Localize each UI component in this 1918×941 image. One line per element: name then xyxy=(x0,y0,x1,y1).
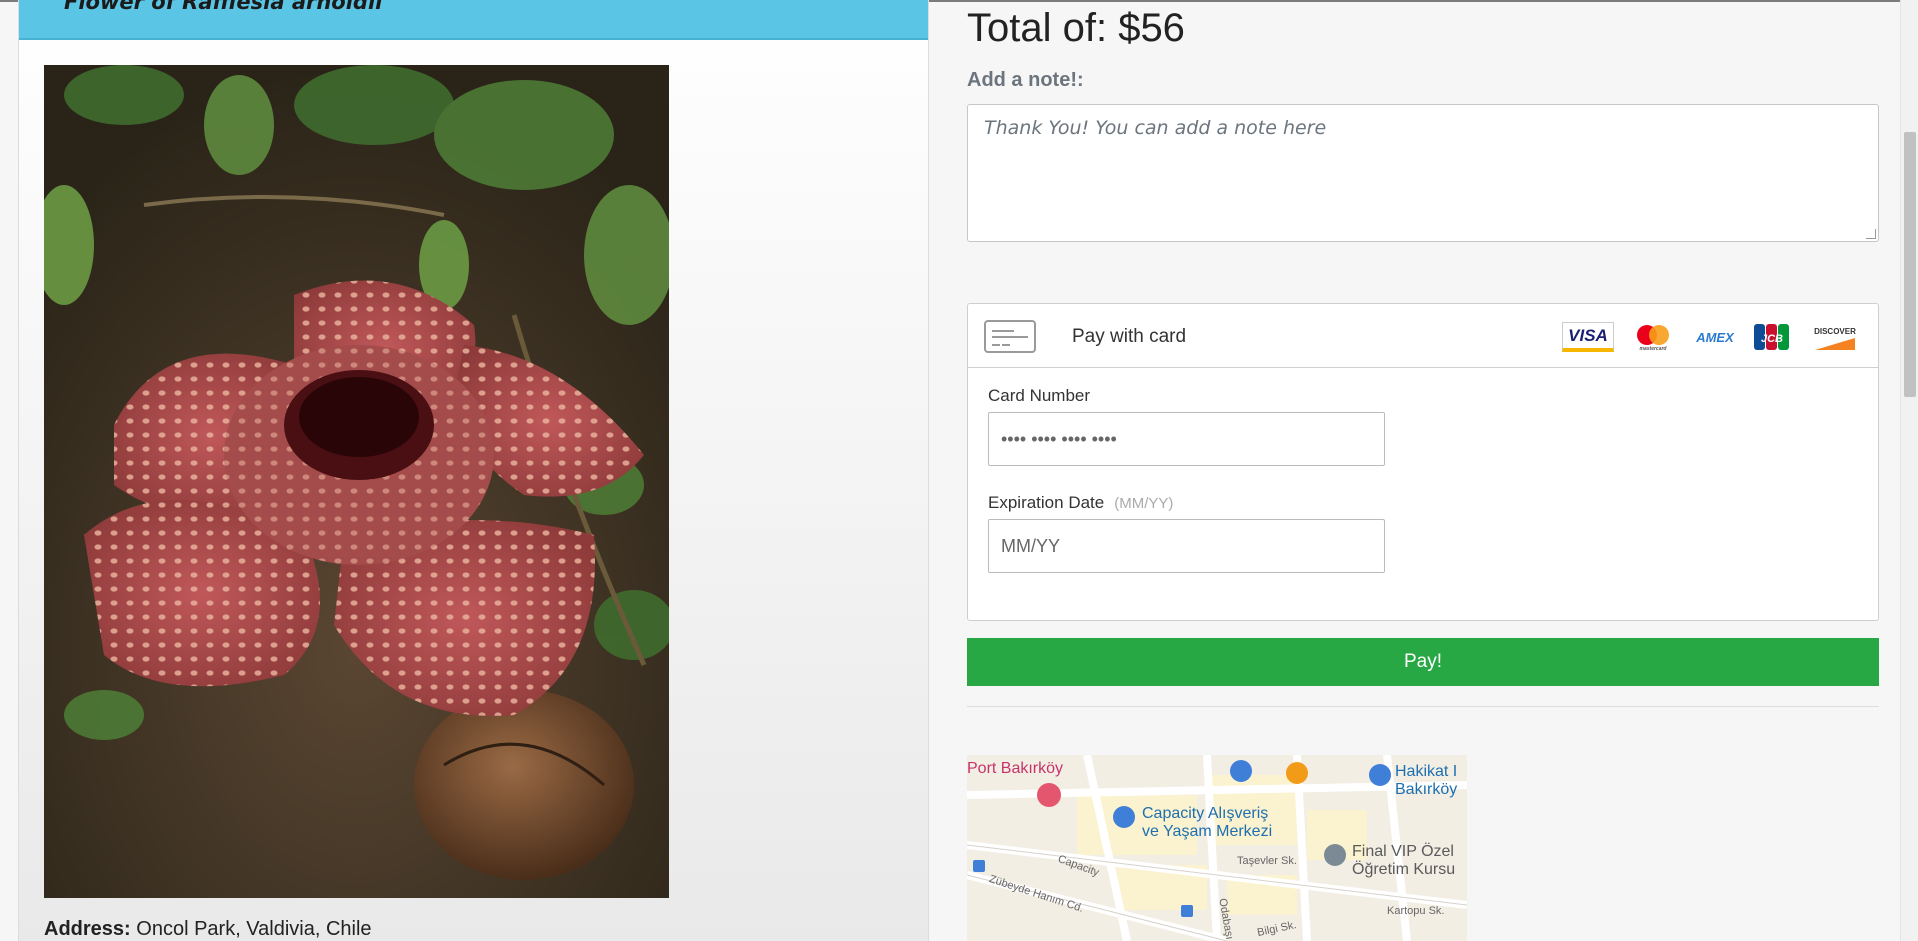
expiration-input[interactable]: MM/YY xyxy=(988,519,1385,573)
scrollbar-thumb[interactable] xyxy=(1904,132,1916,397)
card-payment-header: Pay with card VISA mastercard AMEX JCB D… xyxy=(968,304,1878,368)
card-number-input[interactable]: •••• •••• •••• •••• xyxy=(988,412,1385,466)
expiration-label: Expiration Date (MM/YY) xyxy=(988,493,1173,513)
resize-grip-icon[interactable] xyxy=(1866,229,1876,239)
note-placeholder: Thank You! You can add a note here xyxy=(984,117,1327,139)
discover-text: DISCOVER xyxy=(1814,327,1856,336)
location-map[interactable]: Port Bakırköy Capacity Alışveriş ve Yaşa… xyxy=(967,755,1467,941)
map-place-port: Port Bakırköy xyxy=(967,760,1064,777)
rafflesia-image xyxy=(44,65,669,898)
expiration-label-text: Expiration Date xyxy=(988,493,1105,512)
map-place-capacity-2: ve Yaşam Merkezi xyxy=(1142,823,1273,840)
listing-card: Flower of Rafflesia arnoldii Address: On… xyxy=(18,0,929,941)
expiration-hint: (MM/YY) xyxy=(1114,495,1174,512)
card-number-label: Card Number xyxy=(988,386,1091,405)
order-total: Total of: $56 xyxy=(967,6,1185,50)
map-place-final-vip: Final VIP Özel xyxy=(1352,843,1454,860)
jcb-text: JCB xyxy=(1761,333,1783,345)
flower-photo xyxy=(44,65,669,898)
address-value: Oncol Park, Valdivia, Chile xyxy=(136,918,372,940)
listing-title: Flower of Rafflesia arnoldii xyxy=(64,0,383,14)
map-place-capacity: Capacity Alışveriş xyxy=(1142,805,1269,822)
section-divider xyxy=(967,706,1879,707)
card-payment-form: Pay with card VISA mastercard AMEX JCB D… xyxy=(967,303,1879,621)
amex-logo-icon: AMEX xyxy=(1696,329,1734,345)
pay-with-card-label: Pay with card xyxy=(1072,326,1187,347)
jcb-logo-icon: JCB xyxy=(1753,322,1791,352)
note-label: Add a note!: xyxy=(967,69,1084,91)
map-street-kartopu: Kartopu Sk. xyxy=(1387,905,1445,917)
expiration-placeholder: MM/YY xyxy=(1001,536,1061,556)
page-scrollbar[interactable] xyxy=(1900,0,1918,941)
map-place-bakirkoy: Bakırköy xyxy=(1395,781,1458,798)
visa-logo-icon: VISA xyxy=(1562,322,1614,352)
credit-card-icon xyxy=(984,320,1036,353)
pay-button[interactable]: Pay! xyxy=(967,638,1879,686)
map-street-tasevler: Taşevler Sk. xyxy=(1237,855,1297,867)
map-place-hakikat: Hakikat I xyxy=(1395,763,1458,780)
listing-header: Flower of Rafflesia arnoldii xyxy=(19,0,928,40)
note-textarea[interactable]: Thank You! You can add a note here xyxy=(967,104,1879,242)
discover-logo-icon: DISCOVER xyxy=(1810,322,1860,352)
map-place-ogretim: Öğretim Kursu xyxy=(1352,861,1456,878)
address-label: Address: xyxy=(44,918,131,940)
mastercard-text: mastercard xyxy=(1640,346,1668,352)
mastercard-logo-icon: mastercard xyxy=(1631,322,1675,352)
card-number-placeholder: •••• •••• •••• •••• xyxy=(1001,429,1117,449)
listing-address: Address: Oncol Park, Valdivia, Chile xyxy=(44,918,372,941)
